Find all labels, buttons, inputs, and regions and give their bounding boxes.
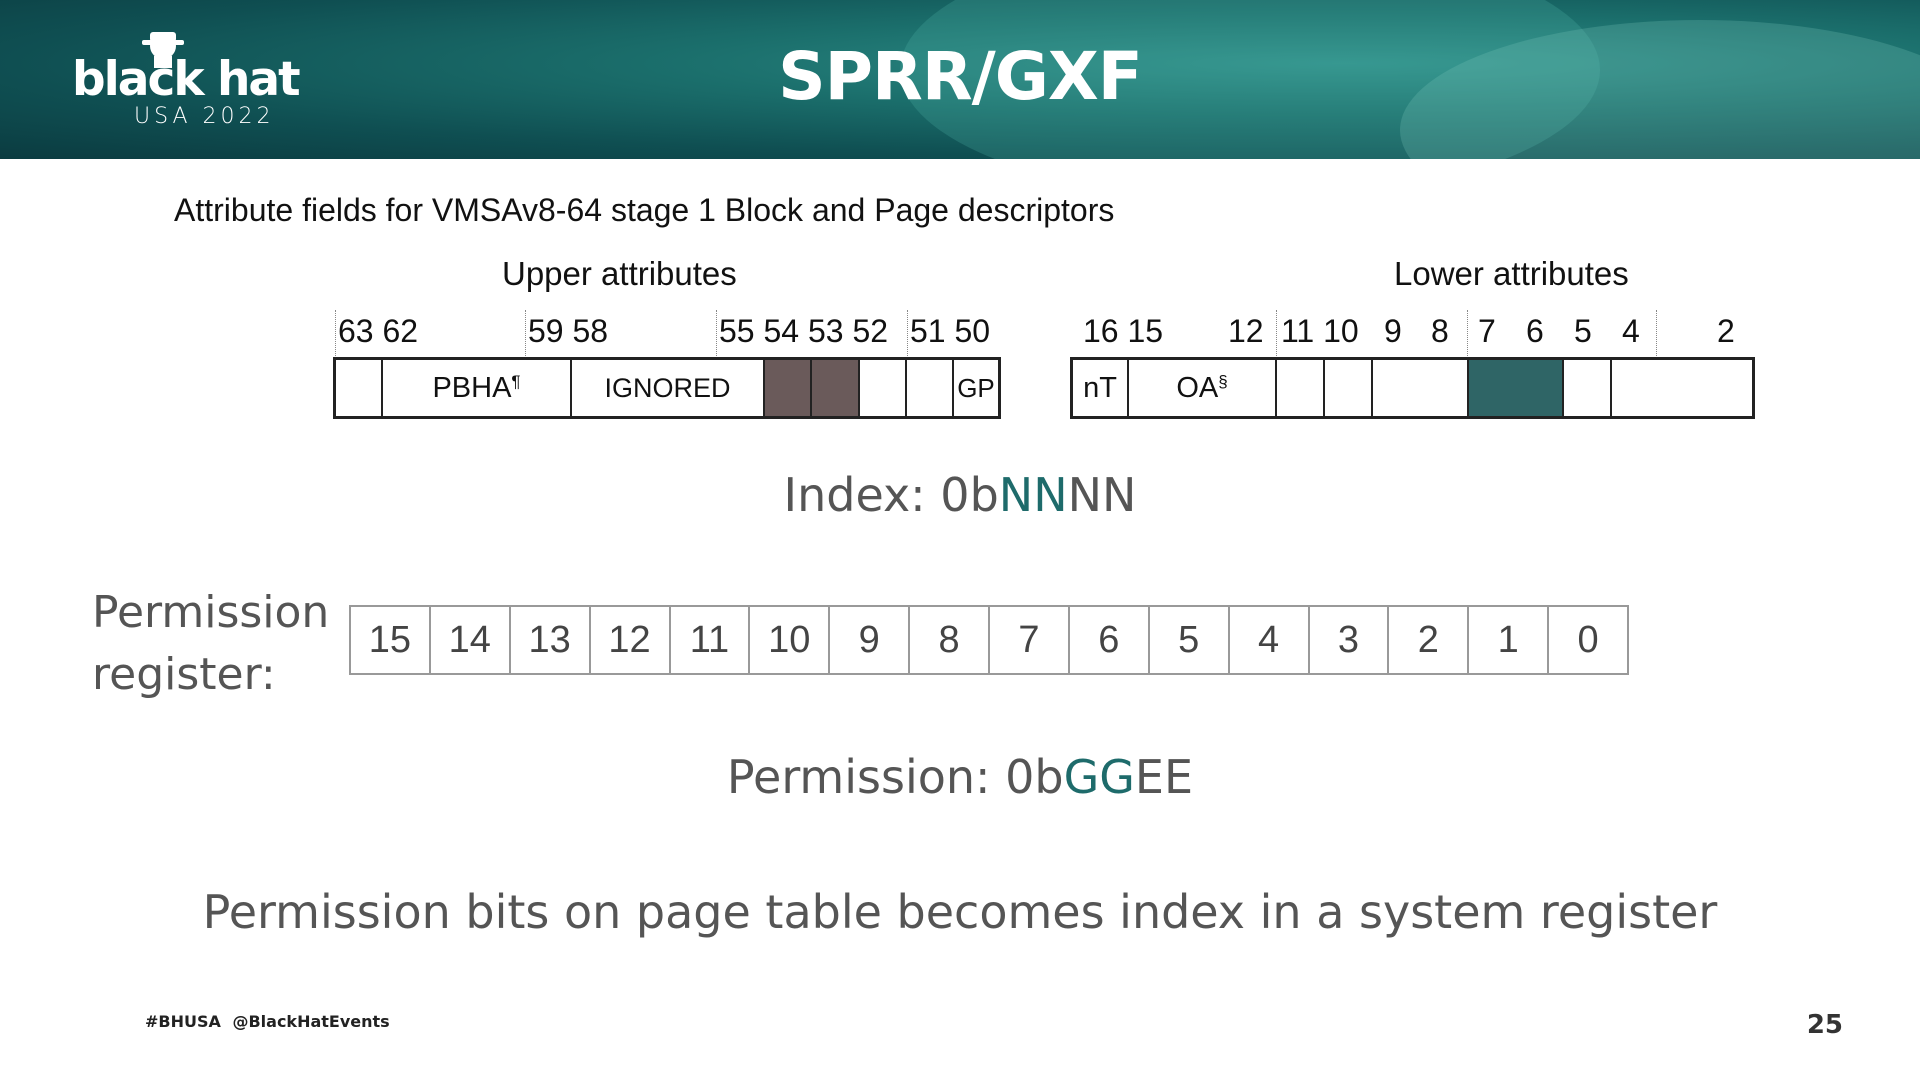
register-cell: 3 [1310,607,1390,673]
register-cell: 6 [1070,607,1150,673]
register-cell: 8 [910,607,990,673]
bit-number: 4 [1622,313,1640,349]
register-cell: 10 [750,607,831,673]
footer-handle: @BlackHatEvents [232,1012,390,1031]
permission-prefix: Permission: 0b [726,750,1064,804]
bit-number: 6 [1526,313,1544,349]
index-prefix: Index: 0b [783,468,999,522]
field-cell [1373,360,1469,416]
index-highlight: NN [998,468,1068,522]
field-shaded [1469,360,1564,416]
field-cell [1564,360,1612,416]
field-label: PBHA [432,371,512,404]
register-cell: 4 [1230,607,1310,673]
footer-social: #BHUSA @BlackHatEvents [145,1012,390,1031]
permission-register-label: Permission register: [92,582,329,706]
bit-divider [1276,310,1277,356]
permission-line: Permission: 0bGGEE [0,750,1920,804]
bit-number: 11 10 [1281,313,1359,349]
slide-header: black hat USA 2022 SPRR/GXF [0,0,1920,159]
field-cell [1277,360,1325,416]
bit-divider [1467,310,1468,356]
bit-number: 9 [1384,313,1402,349]
bit-divider [1656,310,1657,356]
register-cell: 9 [830,607,911,673]
field-cell [1612,360,1752,416]
register-cell: 5 [1150,607,1230,673]
bit-number: 12 [1228,313,1264,349]
field-label: OA [1176,371,1219,404]
register-cell: 15 [351,607,431,673]
diagram-caption: Attribute fields for VMSAv8-64 stage 1 B… [174,192,1115,228]
field-cell [860,360,907,416]
field-mark: § [1218,372,1228,391]
register-cell: 14 [431,607,511,673]
permission-suffix: EE [1134,750,1194,804]
register-cell: 2 [1389,607,1470,673]
label-line: register: [92,649,276,700]
footer-hashtag: #BHUSA [145,1012,221,1031]
register-cell: 7 [990,607,1070,673]
field-mark: ¶ [511,372,521,391]
register-cell: 12 [591,607,671,673]
field-cell [907,360,954,416]
field-oa: OA § [1129,360,1277,416]
field-nt: nT [1073,360,1129,416]
lower-bit-numbers: 16 15 12 11 10 9 8 7 6 5 4 2 [0,313,1920,353]
label-line: Permission [92,587,330,638]
lower-attributes-label: Lower attributes [1394,255,1629,292]
field-shaded [812,360,860,416]
permission-highlight: GG [1063,750,1135,804]
lower-attributes-fields: nT OA § [1070,357,1755,419]
field-cell [336,360,383,416]
field-pbha: PBHA ¶ [383,360,572,416]
key-statement: Permission bits on page table becomes in… [202,885,1718,939]
field-ignored: IGNORED [572,360,765,416]
upper-attributes-fields: PBHA ¶ IGNORED GP [333,357,1001,419]
field-gp: GP [957,372,995,403]
field-cell [1325,360,1373,416]
register-cell: 1 [1469,607,1550,673]
bit-number: 16 15 [1083,313,1164,349]
permission-register: 15 14 13 12 11 10 9 8 7 6 5 4 3 2 1 0 [349,605,1629,675]
slide-title: SPRR/GXF [778,38,1143,115]
bit-number: 2 [1717,313,1735,349]
index-line: Index: 0bNNNN [0,468,1920,522]
register-cell: 11 [671,607,751,673]
bit-number: 8 [1431,313,1449,349]
upper-attributes-label: Upper attributes [502,255,737,292]
bit-number: 5 [1574,313,1592,349]
register-cell: 0 [1577,618,1599,661]
field-shaded [765,360,812,416]
bit-number: 7 [1478,313,1496,349]
index-suffix: NN [1067,468,1137,522]
register-cell: 13 [511,607,591,673]
page-number: 25 [1806,1010,1843,1040]
